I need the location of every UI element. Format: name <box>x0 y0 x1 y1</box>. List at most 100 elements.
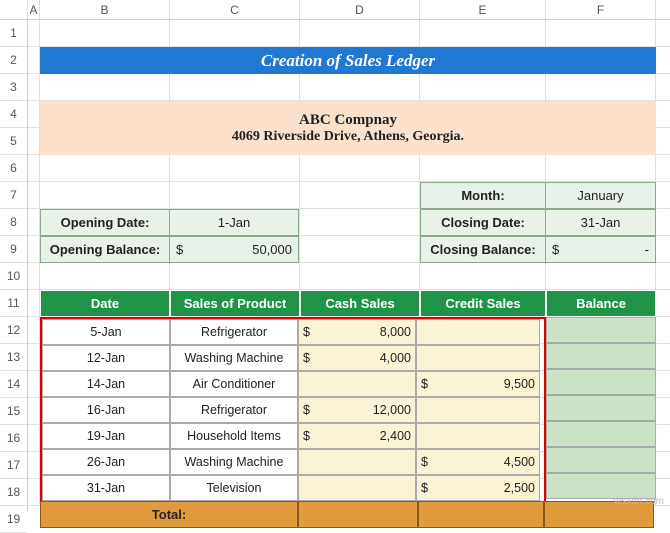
balance-cell[interactable] <box>546 317 656 343</box>
row-5[interactable]: 5 <box>0 128 27 155</box>
credit-value: 4,500 <box>504 455 535 469</box>
table-body: 5-Jan Refrigerator $8,000 12-Jan Washing… <box>40 317 546 503</box>
cash-value: 8,000 <box>380 325 411 339</box>
row-8[interactable]: 8 <box>0 209 27 236</box>
row-18[interactable]: 18 <box>0 479 27 506</box>
month-value[interactable]: January <box>546 182 656 209</box>
credit-value: 2,500 <box>504 481 535 495</box>
th-credit: Credit Sales <box>420 290 546 317</box>
row-7[interactable]: 7 <box>0 182 27 209</box>
cell-cash[interactable] <box>298 371 416 397</box>
closing-date-value[interactable]: 31-Jan <box>546 209 656 236</box>
cell-product[interactable]: Household Items <box>170 423 298 449</box>
table-row[interactable]: 26-Jan Washing Machine $4,500 <box>42 449 544 475</box>
balance-cell[interactable] <box>546 447 656 473</box>
currency-symbol: $ <box>303 351 310 365</box>
row-16[interactable]: 16 <box>0 425 27 452</box>
spreadsheet-grid[interactable]: Creation of Sales Ledger ABC Compnay 406… <box>28 20 670 511</box>
cell-credit[interactable] <box>416 345 540 371</box>
row-9[interactable]: 9 <box>0 236 27 263</box>
balance-cell[interactable] <box>546 343 656 369</box>
cell-cash[interactable]: $8,000 <box>298 319 416 345</box>
page-title: Creation of Sales Ledger <box>40 47 656 74</box>
closing-block: Month: January Closing Date: 31-Jan Clos… <box>420 182 656 263</box>
row-1[interactable]: 1 <box>0 20 27 47</box>
currency-symbol: $ <box>421 377 428 391</box>
cell-credit[interactable]: $4,500 <box>416 449 540 475</box>
table-row[interactable]: 19-Jan Household Items $2,400 <box>42 423 544 449</box>
cell-date[interactable]: 19-Jan <box>42 423 170 449</box>
row-11[interactable]: 11 <box>0 290 27 317</box>
closing-balance-value[interactable]: $ - <box>546 236 656 263</box>
cell-date[interactable]: 31-Jan <box>42 475 170 501</box>
cell-product[interactable]: Refrigerator <box>170 319 298 345</box>
cell-cash[interactable]: $2,400 <box>298 423 416 449</box>
table-row[interactable]: 14-Jan Air Conditioner $9,500 <box>42 371 544 397</box>
row-14[interactable]: 14 <box>0 371 27 398</box>
col-C[interactable]: C <box>170 0 300 19</box>
corner-cell[interactable] <box>0 0 28 19</box>
table-row[interactable]: 12-Jan Washing Machine $4,000 <box>42 345 544 371</box>
currency-symbol: $ <box>303 403 310 417</box>
table-row[interactable]: 16-Jan Refrigerator $12,000 <box>42 397 544 423</box>
total-cash[interactable] <box>298 501 418 528</box>
company-address: 4069 Riverside Drive, Athens, Georgia. <box>40 129 656 145</box>
watermark: wsxdn.com <box>614 496 664 507</box>
currency-symbol: $ <box>303 429 310 443</box>
cell-credit[interactable] <box>416 319 540 345</box>
balance-cell[interactable] <box>546 421 656 447</box>
cash-value: 12,000 <box>373 403 411 417</box>
col-E[interactable]: E <box>420 0 546 19</box>
row-3[interactable]: 3 <box>0 74 27 101</box>
opening-date-value[interactable]: 1-Jan <box>170 209 299 236</box>
row-15[interactable]: 15 <box>0 398 27 425</box>
row-6[interactable]: 6 <box>0 155 27 182</box>
cell-date[interactable]: 12-Jan <box>42 345 170 371</box>
balance-column <box>546 317 656 499</box>
row-13[interactable]: 13 <box>0 344 27 371</box>
total-credit[interactable] <box>418 501 544 528</box>
company-box: ABC Compnay 4069 Riverside Drive, Athens… <box>40 101 656 155</box>
col-D[interactable]: D <box>300 0 420 19</box>
row-4[interactable]: 4 <box>0 101 27 128</box>
col-A[interactable]: A <box>28 0 40 19</box>
cell-date[interactable]: 16-Jan <box>42 397 170 423</box>
currency-symbol: $ <box>303 325 310 339</box>
opening-balance-value[interactable]: $ 50,000 <box>170 236 299 263</box>
opening-block: Opening Date: 1-Jan Opening Balance: $ 5… <box>40 209 300 263</box>
cell-cash[interactable]: $12,000 <box>298 397 416 423</box>
total-label: Total: <box>40 501 298 528</box>
cell-date[interactable]: 14-Jan <box>42 371 170 397</box>
cell-cash[interactable]: $4,000 <box>298 345 416 371</box>
row-12[interactable]: 12 <box>0 317 27 344</box>
cell-date[interactable]: 5-Jan <box>42 319 170 345</box>
company-name: ABC Compnay <box>40 112 656 129</box>
cell-credit[interactable]: $9,500 <box>416 371 540 397</box>
cell-cash[interactable] <box>298 449 416 475</box>
row-17[interactable]: 17 <box>0 452 27 479</box>
cell-date[interactable]: 26-Jan <box>42 449 170 475</box>
total-row: Total: <box>40 501 654 528</box>
cell-product[interactable]: Air Conditioner <box>170 371 298 397</box>
currency-symbol: $ <box>421 481 428 495</box>
cell-product[interactable]: Television <box>170 475 298 501</box>
table-row[interactable]: 5-Jan Refrigerator $8,000 <box>42 319 544 345</box>
table-row[interactable]: 31-Jan Television $2,500 <box>42 475 544 501</box>
balance-cell[interactable] <box>546 369 656 395</box>
col-B[interactable]: B <box>40 0 170 19</box>
col-F[interactable]: F <box>546 0 656 19</box>
cell-product[interactable]: Washing Machine <box>170 345 298 371</box>
cell-credit[interactable]: $2,500 <box>416 475 540 501</box>
cell-cash[interactable] <box>298 475 416 501</box>
balance-cell[interactable] <box>546 395 656 421</box>
cash-value: 2,400 <box>380 429 411 443</box>
row-19[interactable]: 19 <box>0 506 27 533</box>
cell-product[interactable]: Refrigerator <box>170 397 298 423</box>
cell-credit[interactable] <box>416 423 540 449</box>
month-label: Month: <box>420 182 546 209</box>
row-10[interactable]: 10 <box>0 263 27 290</box>
row-2[interactable]: 2 <box>0 47 27 74</box>
cell-credit[interactable] <box>416 397 540 423</box>
closing-balance-number: - <box>645 242 649 257</box>
cell-product[interactable]: Washing Machine <box>170 449 298 475</box>
